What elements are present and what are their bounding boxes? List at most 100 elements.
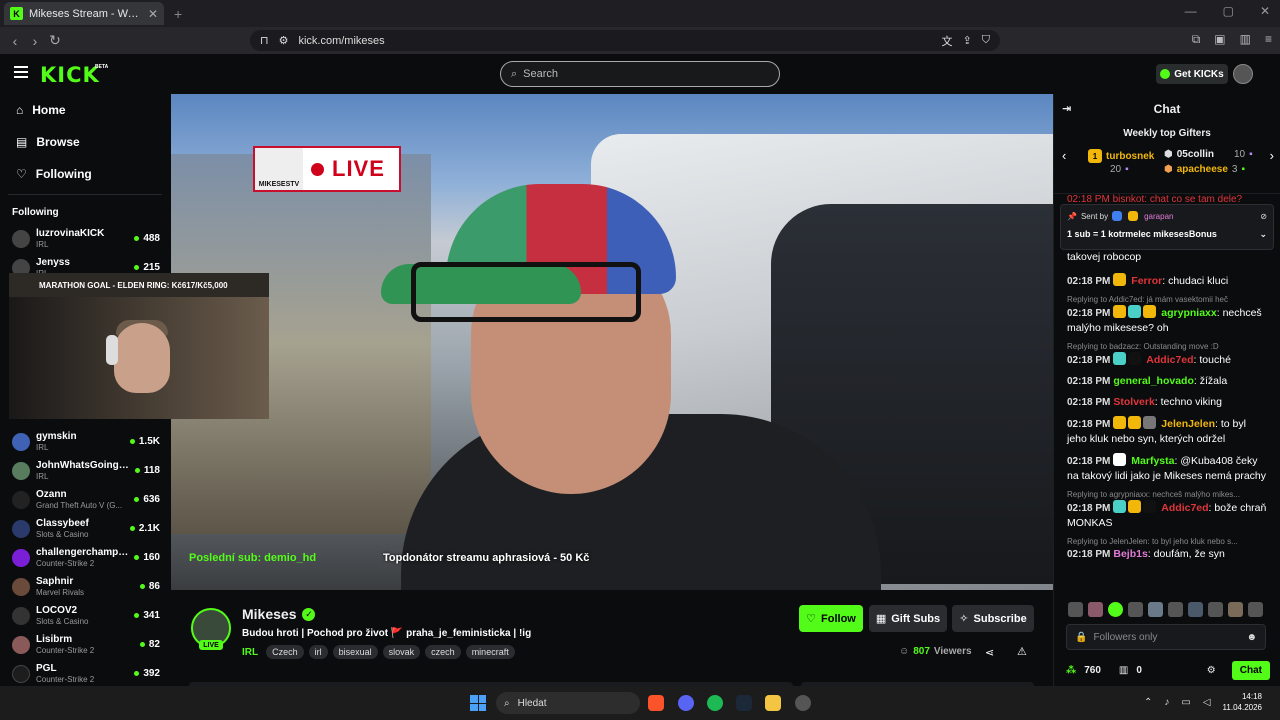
gifter-entry[interactable]: ⬢ 05collin 10 ▪ [1164,149,1253,160]
subscribe-button[interactable]: ✧ Subscribe [952,605,1034,632]
chevron-right-icon[interactable]: › [1270,148,1274,163]
followed-channel[interactable]: gymskin IRL 1.5K [0,427,170,456]
emote-icon[interactable] [1228,602,1243,617]
emote-icon[interactable] [1148,602,1163,617]
extensions-icon[interactable]: ⧉ [1192,32,1201,47]
chat-username[interactable]: Addic7ed [1161,502,1208,514]
followed-channel[interactable]: Ozann Grand Theft Auto V (G... 636 [0,485,170,514]
chevron-down-icon[interactable]: ⌄ [1259,229,1267,240]
gifter-entry[interactable]: ⬢ apacheese 3 ▪ [1164,164,1245,175]
new-tab-button[interactable]: + [174,6,182,22]
gifter-entry[interactable]: 1 turbosnek [1088,149,1154,163]
chat-username[interactable]: Stolverk [1113,396,1154,408]
tag[interactable]: slovak [382,645,421,659]
followed-channel[interactable]: LOCOV2 Slots & Casino 341 [0,601,170,630]
browser-tab[interactable]: K Mikeses Stream - Watch Live on Kick ✕ [4,2,164,25]
emote-icon[interactable] [1168,602,1183,617]
share-icon[interactable]: ⇪ [963,34,972,47]
translate-icon[interactable]: 文 [942,33,953,49]
brave-shield-icon[interactable]: ⛉ [982,34,990,47]
discord-icon[interactable] [678,695,694,711]
taskbar-search[interactable]: ⌕ Hledat [496,692,640,714]
hamburger-menu-icon[interactable] [14,66,28,78]
sidebar-item-following[interactable]: ♡ Following [0,158,170,190]
chat-input[interactable]: 🔒 Followers only ☻ [1066,624,1266,650]
emote-icon[interactable] [1128,602,1143,617]
emote-icon[interactable] [1108,602,1123,617]
followed-channel[interactable]: Lisibrm Counter-Strike 2 82 [0,630,170,659]
unpin-icon[interactable]: ⊘ [1260,212,1267,221]
sidebar-item-browse[interactable]: ▤ Browse [0,126,170,158]
get-kicks-button[interactable]: Get KICKs [1156,64,1228,84]
chat-username[interactable]: Marfysta [1131,455,1174,467]
file-explorer-icon[interactable] [765,695,781,711]
chat-username[interactable]: Addic7ed [1146,354,1193,366]
chat-username[interactable]: agrypniaxx [1161,307,1216,319]
tag[interactable]: irl [308,645,328,659]
follow-button[interactable]: ♡ Follow [799,605,863,632]
site-info-icon[interactable]: ⚙ [279,34,289,47]
followed-channel[interactable]: challengerchampi... Counter-Strike 2 160 [0,543,170,572]
brave-icon[interactable] [648,695,664,711]
chevron-left-icon[interactable]: ‹ [1062,148,1066,163]
clock[interactable]: 14:18 11.04.2026 [1223,691,1262,713]
back-icon[interactable]: ‹ [5,33,25,49]
microphone-icon[interactable]: ♪ [1164,697,1169,708]
reply-context[interactable]: Replying to badzacz: Outstanding move :D [1054,342,1280,351]
tag[interactable]: czech [425,645,461,659]
video-player[interactable]: MIKESESTV LIVE Poslední sub: demio_hd To… [171,94,1053,590]
user-avatar[interactable] [1233,64,1253,84]
followed-channel[interactable]: JohnWhatsGoingOn IRL 118 [0,456,170,485]
emote-icon[interactable] [1088,602,1103,617]
share-icon[interactable]: ⋖ [985,646,994,659]
reply-context[interactable]: Replying to agrypniaxx: nechceš malýho m… [1054,490,1280,499]
channel-name[interactable]: Mikeses ✓ [242,606,316,622]
reply-context[interactable]: Replying to JelenJelen: to byl jeho kluk… [1054,537,1280,546]
forward-icon[interactable]: › [25,33,45,49]
spotify-icon[interactable] [707,695,723,711]
chat-username[interactable]: Bejb1s [1113,548,1147,560]
close-tab-icon[interactable]: ✕ [148,7,158,21]
chat-username[interactable]: JelenJelen [1161,418,1215,430]
settings-icon[interactable]: ⚙ [1207,665,1216,676]
gift-subs-button[interactable]: ▦ Gift Subs [869,605,947,632]
minimize-icon[interactable]: — [1185,4,1197,18]
chat-username[interactable]: Ferror [1131,275,1162,287]
menu-icon[interactable]: ≡ [1265,32,1272,47]
channel-name-text[interactable]: Mikeses [242,606,296,622]
reply-context[interactable]: Replying to Addic7ed: já mám vasektomii … [1054,295,1280,304]
wallet-icon[interactable]: ▣ [1214,32,1225,47]
pinned-message[interactable]: 📌 Sent by garapan ⊘ 1 sub = 1 kotrmelec … [1060,204,1274,250]
tag[interactable]: minecraft [465,645,515,659]
search-input[interactable]: ⌕ Search [500,61,780,87]
sidebar-item-home[interactable]: ⌂ Home [0,94,170,126]
emote-icon[interactable] [1188,602,1203,617]
send-chat-button[interactable]: Chat [1231,660,1270,680]
chevron-up-icon[interactable]: ⌃ [1144,697,1152,708]
bookmark-icon[interactable]: ⊓ [260,34,269,47]
volume-icon[interactable]: ◁ [1203,697,1211,708]
kick-logo[interactable]: KICK [40,63,100,87]
emote-icon[interactable] [1068,602,1083,617]
sidebar-toggle-icon[interactable]: ▥ [1240,32,1251,47]
followed-channel[interactable]: luzrovinaKICK IRL 488 [0,224,170,253]
url-text[interactable]: kick.com/mikeses [298,35,384,47]
restore-icon[interactable]: ▢ [1223,4,1234,18]
followed-channel[interactable]: Saphnir Marvel Rivals 86 [0,572,170,601]
tag[interactable]: bisexual [332,645,378,659]
windows-start-icon[interactable] [470,695,486,711]
obs-icon[interactable] [795,695,811,711]
followed-channel[interactable]: PGL Counter-Strike 2 392 [0,659,170,688]
report-icon[interactable]: ⚠ [1017,645,1027,658]
reload-icon[interactable]: ↻ [45,32,65,49]
close-window-icon[interactable]: ✕ [1260,4,1270,18]
address-bar[interactable]: ⊓ ⚙ kick.com/mikeses 文 ⇪ ⛉ [250,30,1000,51]
followed-channel[interactable]: Classybeef Slots & Casino 2.1K [0,514,170,543]
chat-username[interactable]: general_hovado [1113,375,1194,387]
emote-icon[interactable] [1248,602,1263,617]
category-link[interactable]: IRL [242,647,258,658]
emote-picker-icon[interactable]: ☻ [1246,632,1257,643]
tag[interactable]: Czech [266,645,304,659]
emote-icon[interactable] [1208,602,1223,617]
collapse-chat-icon[interactable]: ⇥ [1062,102,1071,115]
